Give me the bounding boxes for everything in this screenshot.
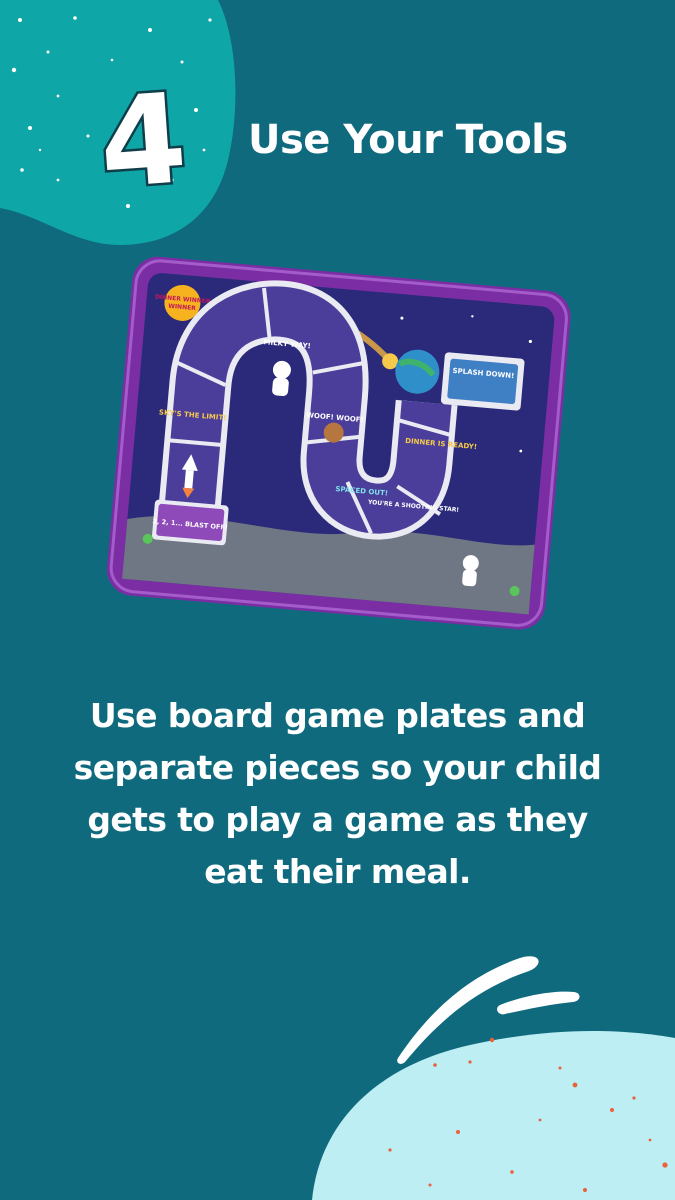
bottom-blob	[312, 1030, 675, 1200]
plate-image: DINNER WINNER WINNER SPLASH DOWN! 3, 2, …	[100, 255, 575, 650]
plate-illustration: DINNER WINNER WINNER SPLASH DOWN! 3, 2, …	[106, 256, 571, 630]
page-title: Use Your Tools	[248, 117, 568, 163]
step-number: 4	[92, 65, 193, 220]
body-text: Use board game plates and separate piece…	[73, 696, 602, 891]
